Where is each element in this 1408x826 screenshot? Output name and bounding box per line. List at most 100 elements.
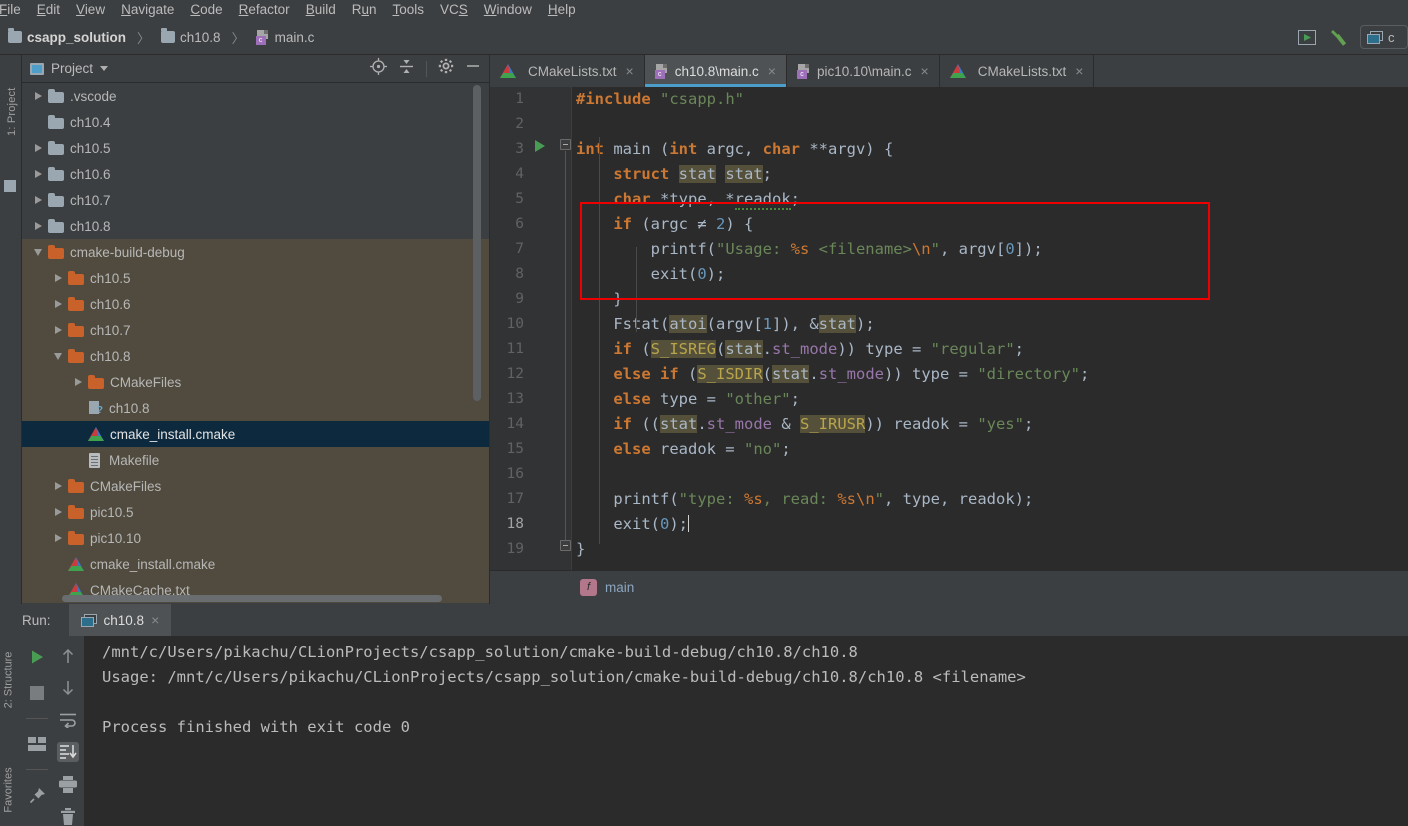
arrow-down-icon[interactable] (57, 678, 79, 698)
run-tab-ch108[interactable]: ch10.8 × (68, 604, 172, 636)
tree-row[interactable]: ? ch10.8 (22, 395, 489, 421)
tree-expander[interactable] (28, 222, 48, 230)
code-editor[interactable]: 1 2 3 4 5 6 7 8 9 10 11 12 13 14 15 16 17 18 19 #include "… (490, 87, 1408, 570)
run-gutter-icon[interactable] (535, 140, 545, 152)
menu-item-help[interactable]: Help (540, 0, 584, 20)
fold-collapse-icon-end[interactable] (560, 540, 571, 551)
line-number: 2 (515, 116, 524, 132)
tree-row[interactable]: cmake_install.cmake (22, 551, 489, 577)
rail-label-project[interactable]: 1: Project (6, 66, 18, 136)
tree-expander[interactable] (48, 534, 68, 542)
fold-collapse-icon[interactable] (560, 139, 571, 150)
rerun-icon[interactable] (26, 646, 48, 668)
project-tree[interactable]: .vscode ch10.4 ch10.5 ch10.6 ch10.7 ch10.8 cma… (22, 83, 489, 604)
soft-wrap-icon[interactable] (57, 710, 79, 730)
tree-row[interactable]: pic10.10 (22, 525, 489, 551)
tree-expander[interactable] (68, 378, 88, 386)
tree-row[interactable]: cmake_install.cmake (22, 421, 489, 447)
menu-item-navigate[interactable]: Navigate (113, 0, 182, 20)
close-icon[interactable]: × (768, 63, 776, 79)
menu-item-refactor[interactable]: Refactor (231, 0, 298, 20)
tree-row[interactable]: ch10.7 (22, 187, 489, 213)
tree-row[interactable]: ch10.8 (22, 343, 489, 369)
breadcrumb-project[interactable]: csapp_solution (27, 30, 126, 45)
breadcrumb-folder[interactable]: ch10.8 (180, 30, 221, 45)
tree-row[interactable]: Makefile (22, 447, 489, 473)
menu-item-code[interactable]: Code (182, 0, 230, 20)
tree-row[interactable]: ch10.6 (22, 161, 489, 187)
tree-expander[interactable] (28, 92, 48, 100)
tree-row[interactable]: CMakeFiles (22, 473, 489, 499)
menu-item-run[interactable]: Run (344, 0, 385, 20)
tree-item-label: ch10.7 (70, 192, 111, 208)
editor-tab[interactable]: c pic10.10\main.c × (787, 55, 940, 87)
close-icon[interactable]: × (151, 612, 159, 628)
project-vertical-scrollbar[interactable] (473, 85, 481, 401)
gear-icon[interactable] (438, 58, 454, 79)
run-panel-label: Run: (22, 612, 51, 628)
tree-row[interactable]: cmake-build-debug (22, 239, 489, 265)
rail-structure-icon[interactable] (4, 180, 16, 192)
tree-row[interactable]: .vscode (22, 83, 489, 109)
tree-row[interactable]: ch10.6 (22, 291, 489, 317)
editor-breadcrumb: f main (490, 570, 1408, 604)
tree-expander[interactable] (48, 274, 68, 282)
run-button[interactable] (1296, 26, 1318, 48)
breadcrumb-file[interactable]: main.c (275, 30, 315, 45)
arrow-up-icon[interactable] (57, 646, 79, 666)
locate-target-icon[interactable] (370, 57, 387, 80)
menu-item-tools[interactable]: Tools (385, 0, 433, 20)
project-horizontal-scrollbar[interactable] (62, 595, 442, 602)
menu-item-window[interactable]: Window (476, 0, 540, 20)
code-text[interactable]: #include "csapp.h" int main (int argc, ch… (572, 87, 1408, 570)
scroll-to-end-icon[interactable] (57, 742, 79, 762)
pin-icon[interactable] (26, 784, 48, 806)
close-icon[interactable]: × (921, 63, 929, 79)
menu-item-view[interactable]: View (68, 0, 113, 20)
line-number: 5 (515, 191, 524, 207)
project-panel-header: Project (22, 55, 489, 83)
tree-row[interactable]: CMakeFiles (22, 369, 489, 395)
menu-item-build[interactable]: Build (298, 0, 344, 20)
editor-tab[interactable]: CMakeLists.txt × (490, 55, 645, 87)
build-hammer-icon[interactable] (1328, 26, 1350, 48)
tree-expander[interactable] (48, 352, 68, 360)
collapse-all-icon[interactable] (398, 58, 415, 80)
close-icon[interactable]: × (626, 63, 634, 79)
tree-expander[interactable] (28, 196, 48, 204)
tree-expander[interactable] (48, 508, 68, 516)
menu-item-vcs[interactable]: VCS (432, 0, 476, 20)
trash-icon[interactable] (57, 806, 79, 826)
tree-expander[interactable] (28, 170, 48, 178)
tree-row[interactable]: ch10.4 (22, 109, 489, 135)
rail-label-favorites[interactable]: Favorites (3, 767, 15, 812)
tree-row[interactable]: pic10.5 (22, 499, 489, 525)
editor-tab[interactable]: c ch10.8\main.c × (644, 55, 787, 87)
close-icon[interactable]: × (1075, 63, 1083, 79)
tree-row[interactable]: ch10.5 (22, 135, 489, 161)
tree-expander[interactable] (28, 248, 48, 256)
tree-expander[interactable] (28, 144, 48, 152)
tree-expander[interactable] (48, 326, 68, 334)
editor-tab[interactable]: CMakeLists.txt × (940, 55, 1095, 87)
tree-expander[interactable] (48, 482, 68, 490)
minimize-icon[interactable] (465, 58, 481, 79)
print-icon[interactable] (57, 774, 79, 794)
menu-item-edit[interactable]: Edit (29, 0, 68, 20)
stop-icon[interactable] (26, 682, 48, 704)
editor-tab-bar[interactable]: CMakeLists.txt × c ch10.8\main.c × c pic10.10\… (490, 55, 1408, 87)
chevron-down-icon[interactable] (100, 66, 109, 71)
console-output[interactable]: /mnt/c/Users/pikachu/CLionProjects/csapp… (84, 636, 1408, 826)
menu-item-file[interactable]: File (0, 0, 29, 20)
rail-label-structure[interactable]: 2: Structure (2, 652, 14, 709)
breadcrumb-function-label[interactable]: main (605, 580, 634, 595)
indent-guide (636, 247, 637, 332)
editor-gutter[interactable]: 1 2 3 4 5 6 7 8 9 10 11 12 13 14 15 16 17 18 19 (490, 87, 572, 570)
tree-row[interactable]: ch10.5 (22, 265, 489, 291)
tree-row[interactable]: ch10.8 (22, 213, 489, 239)
folder-icon (68, 296, 84, 311)
layout-panels-icon[interactable] (26, 733, 48, 755)
tree-expander[interactable] (48, 300, 68, 308)
tree-row[interactable]: ch10.7 (22, 317, 489, 343)
run-configuration-selector[interactable]: c (1360, 25, 1408, 49)
